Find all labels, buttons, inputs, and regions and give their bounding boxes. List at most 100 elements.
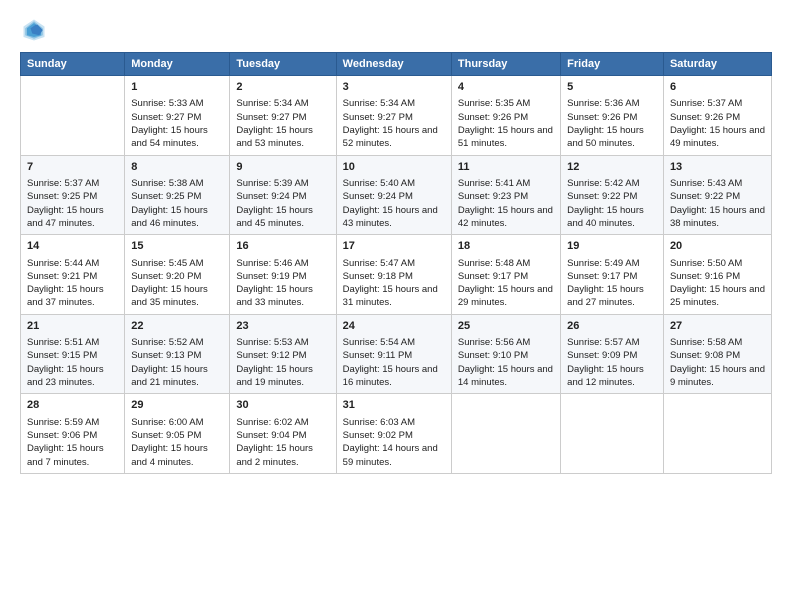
day-number: 2	[236, 80, 329, 95]
calendar-cell: 23Sunrise: 5:53 AMSunset: 9:12 PMDayligh…	[230, 314, 336, 394]
sunrise-text: Sunrise: 5:40 AM	[343, 177, 445, 190]
calendar-cell: 27Sunrise: 5:58 AMSunset: 9:08 PMDayligh…	[663, 314, 771, 394]
page-header	[20, 16, 772, 44]
sunrise-text: Sunrise: 5:59 AM	[27, 416, 118, 429]
calendar-cell: 14Sunrise: 5:44 AMSunset: 9:21 PMDayligh…	[21, 235, 125, 315]
week-row-3: 14Sunrise: 5:44 AMSunset: 9:21 PMDayligh…	[21, 235, 772, 315]
day-number: 13	[670, 160, 765, 175]
sunset-text: Sunset: 9:10 PM	[458, 349, 554, 362]
daylight-text: Daylight: 15 hours and 14 minutes.	[458, 363, 554, 390]
daylight-text: Daylight: 15 hours and 49 minutes.	[670, 124, 765, 151]
daylight-text: Daylight: 15 hours and 43 minutes.	[343, 204, 445, 231]
sunset-text: Sunset: 9:22 PM	[670, 190, 765, 203]
sunrise-text: Sunrise: 5:35 AM	[458, 97, 554, 110]
week-row-2: 7Sunrise: 5:37 AMSunset: 9:25 PMDaylight…	[21, 155, 772, 235]
calendar-cell: 28Sunrise: 5:59 AMSunset: 9:06 PMDayligh…	[21, 394, 125, 474]
sunrise-text: Sunrise: 5:52 AM	[131, 336, 223, 349]
sunset-text: Sunset: 9:24 PM	[343, 190, 445, 203]
daylight-text: Daylight: 15 hours and 16 minutes.	[343, 363, 445, 390]
calendar-cell: 15Sunrise: 5:45 AMSunset: 9:20 PMDayligh…	[125, 235, 230, 315]
daylight-text: Daylight: 15 hours and 42 minutes.	[458, 204, 554, 231]
calendar-cell: 6Sunrise: 5:37 AMSunset: 9:26 PMDaylight…	[663, 76, 771, 156]
sunrise-text: Sunrise: 5:45 AM	[131, 257, 223, 270]
header-cell-friday: Friday	[561, 53, 664, 76]
calendar-body: 1Sunrise: 5:33 AMSunset: 9:27 PMDaylight…	[21, 76, 772, 474]
calendar-cell: 22Sunrise: 5:52 AMSunset: 9:13 PMDayligh…	[125, 314, 230, 394]
daylight-text: Daylight: 15 hours and 21 minutes.	[131, 363, 223, 390]
calendar-cell: 11Sunrise: 5:41 AMSunset: 9:23 PMDayligh…	[451, 155, 560, 235]
day-number: 5	[567, 80, 657, 95]
day-number: 20	[670, 239, 765, 254]
day-number: 24	[343, 319, 445, 334]
sunrise-text: Sunrise: 5:49 AM	[567, 257, 657, 270]
sunrise-text: Sunrise: 5:48 AM	[458, 257, 554, 270]
sunrise-text: Sunrise: 5:51 AM	[27, 336, 118, 349]
sunset-text: Sunset: 9:23 PM	[458, 190, 554, 203]
calendar-cell: 13Sunrise: 5:43 AMSunset: 9:22 PMDayligh…	[663, 155, 771, 235]
sunset-text: Sunset: 9:15 PM	[27, 349, 118, 362]
logo	[20, 16, 52, 44]
sunset-text: Sunset: 9:05 PM	[131, 429, 223, 442]
daylight-text: Daylight: 15 hours and 51 minutes.	[458, 124, 554, 151]
sunrise-text: Sunrise: 5:53 AM	[236, 336, 329, 349]
calendar-cell	[451, 394, 560, 474]
week-row-4: 21Sunrise: 5:51 AMSunset: 9:15 PMDayligh…	[21, 314, 772, 394]
day-number: 11	[458, 160, 554, 175]
sunset-text: Sunset: 9:26 PM	[567, 111, 657, 124]
calendar-cell: 17Sunrise: 5:47 AMSunset: 9:18 PMDayligh…	[336, 235, 451, 315]
sunrise-text: Sunrise: 5:54 AM	[343, 336, 445, 349]
day-number: 21	[27, 319, 118, 334]
sunrise-text: Sunrise: 5:43 AM	[670, 177, 765, 190]
calendar-cell: 4Sunrise: 5:35 AMSunset: 9:26 PMDaylight…	[451, 76, 560, 156]
calendar-cell	[561, 394, 664, 474]
sunset-text: Sunset: 9:27 PM	[131, 111, 223, 124]
sunrise-text: Sunrise: 5:50 AM	[670, 257, 765, 270]
daylight-text: Daylight: 15 hours and 9 minutes.	[670, 363, 765, 390]
sunset-text: Sunset: 9:19 PM	[236, 270, 329, 283]
daylight-text: Daylight: 15 hours and 50 minutes.	[567, 124, 657, 151]
sunrise-text: Sunrise: 5:34 AM	[236, 97, 329, 110]
calendar-cell: 21 Sunrise: 5:51 AMSunset: 9:15 PMDayligh…	[21, 314, 125, 394]
daylight-text: Daylight: 15 hours and 19 minutes.	[236, 363, 329, 390]
day-number: 31	[343, 398, 445, 413]
sunset-text: Sunset: 9:11 PM	[343, 349, 445, 362]
sunrise-text: Sunrise: 5:33 AM	[131, 97, 223, 110]
daylight-text: Daylight: 15 hours and 33 minutes.	[236, 283, 329, 310]
sunset-text: Sunset: 9:27 PM	[343, 111, 445, 124]
calendar-header: SundayMondayTuesdayWednesdayThursdayFrid…	[21, 53, 772, 76]
sunset-text: Sunset: 9:22 PM	[567, 190, 657, 203]
sunset-text: Sunset: 9:06 PM	[27, 429, 118, 442]
sunset-text: Sunset: 9:18 PM	[343, 270, 445, 283]
day-number: 29	[131, 398, 223, 413]
calendar-cell: 29 Sunrise: 6:00 AMSunset: 9:05 PMDayligh…	[125, 394, 230, 474]
calendar-table: SundayMondayTuesdayWednesdayThursdayFrid…	[20, 52, 772, 474]
calendar-cell: 7Sunrise: 5:37 AMSunset: 9:25 PMDaylight…	[21, 155, 125, 235]
daylight-text: Daylight: 15 hours and 37 minutes.	[27, 283, 118, 310]
day-number: 3	[343, 80, 445, 95]
daylight-text: Daylight: 15 hours and 47 minutes.	[27, 204, 118, 231]
day-number: 7	[27, 160, 118, 175]
calendar-cell: 31Sunrise: 6:03 AMSunset: 9:02 PMDayligh…	[336, 394, 451, 474]
calendar-cell: 26Sunrise: 5:57 AMSunset: 9:09 PMDayligh…	[561, 314, 664, 394]
daylight-text: Daylight: 15 hours and 4 minutes.	[131, 442, 223, 469]
sunrise-text: Sunrise: 6:00 AM	[131, 416, 223, 429]
calendar-cell: 12Sunrise: 5:42 AMSunset: 9:22 PMDayligh…	[561, 155, 664, 235]
daylight-text: Daylight: 15 hours and 7 minutes.	[27, 442, 118, 469]
sunset-text: Sunset: 9:26 PM	[458, 111, 554, 124]
calendar-cell: 9Sunrise: 5:39 AMSunset: 9:24 PMDaylight…	[230, 155, 336, 235]
sunset-text: Sunset: 9:17 PM	[458, 270, 554, 283]
sunset-text: Sunset: 9:09 PM	[567, 349, 657, 362]
sunset-text: Sunset: 9:25 PM	[131, 190, 223, 203]
day-number: 25	[458, 319, 554, 334]
daylight-text: Daylight: 15 hours and 53 minutes.	[236, 124, 329, 151]
daylight-text: Daylight: 14 hours and 59 minutes.	[343, 442, 445, 469]
sunset-text: Sunset: 9:02 PM	[343, 429, 445, 442]
day-number: 17	[343, 239, 445, 254]
calendar-cell: 5Sunrise: 5:36 AMSunset: 9:26 PMDaylight…	[561, 76, 664, 156]
daylight-text: Daylight: 15 hours and 46 minutes.	[131, 204, 223, 231]
day-number: 15	[131, 239, 223, 254]
daylight-text: Daylight: 15 hours and 31 minutes.	[343, 283, 445, 310]
calendar-cell: 19Sunrise: 5:49 AMSunset: 9:17 PMDayligh…	[561, 235, 664, 315]
daylight-text: Daylight: 15 hours and 23 minutes.	[27, 363, 118, 390]
calendar-cell: 24 Sunrise: 5:54 AMSunset: 9:11 PMDayligh…	[336, 314, 451, 394]
